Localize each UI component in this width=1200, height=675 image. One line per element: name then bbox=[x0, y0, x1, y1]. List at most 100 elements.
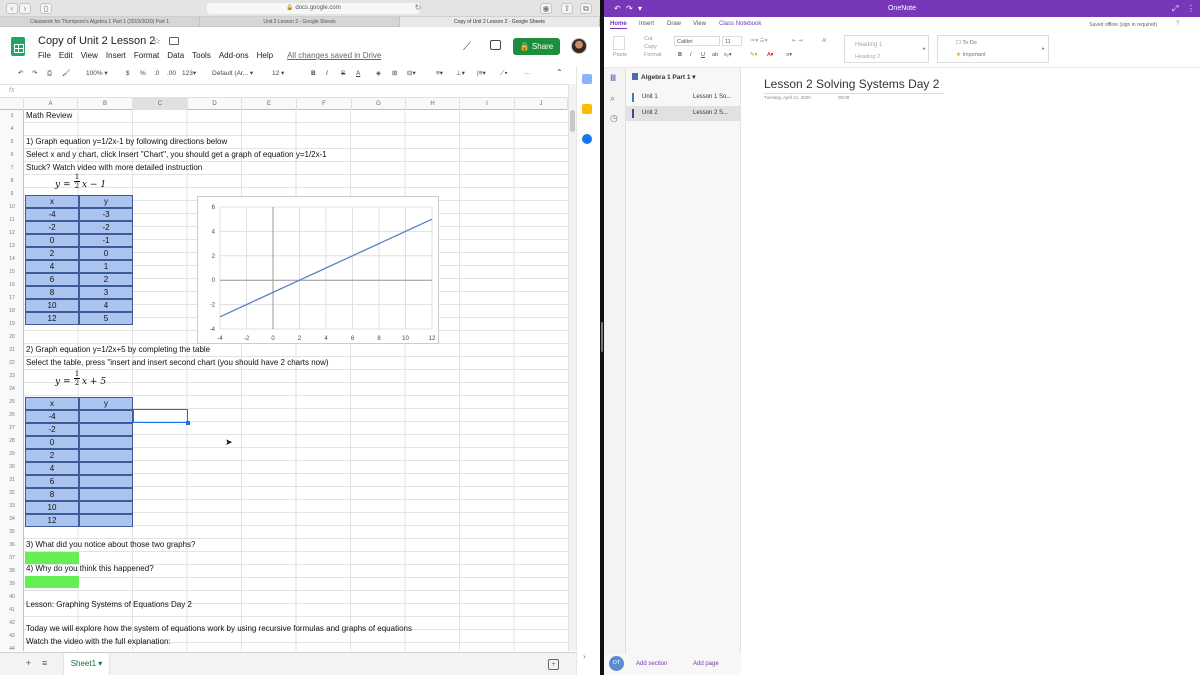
row-header[interactable]: 36 bbox=[0, 539, 24, 552]
more-button[interactable]: ··· bbox=[524, 69, 531, 79]
decrease-decimal-button[interactable]: .0 bbox=[154, 69, 159, 79]
divider-handle[interactable] bbox=[601, 322, 603, 352]
tab-copy-unit2-lesson2[interactable]: Copy of Unit 2 Lesson 2 - Google Sheets bbox=[400, 17, 600, 27]
row-header[interactable]: 43 bbox=[0, 630, 24, 643]
row-header[interactable]: 35 bbox=[0, 526, 24, 539]
table-cell-x[interactable]: 12 bbox=[25, 514, 79, 527]
menu-file[interactable]: File bbox=[38, 51, 51, 60]
row-header[interactable]: 28 bbox=[0, 435, 24, 448]
style-heading-2[interactable]: Heading 2 bbox=[855, 54, 880, 60]
menu-addons[interactable]: Add-ons bbox=[219, 51, 249, 60]
format-painter-button[interactable]: Format bbox=[644, 52, 661, 58]
section-name[interactable]: Unit 2 bbox=[642, 106, 658, 121]
row-header[interactable]: 15 bbox=[0, 266, 24, 279]
tag-todo[interactable]: ☐ To Do bbox=[956, 40, 977, 46]
undo-icon[interactable]: ↶ bbox=[614, 0, 621, 17]
styles-more-icon[interactable]: ▸ bbox=[923, 46, 926, 52]
row-header[interactable]: 33 bbox=[0, 500, 24, 513]
table-cell-y[interactable] bbox=[79, 423, 133, 436]
wrap-icon[interactable]: |≡▾ bbox=[477, 69, 486, 79]
scrollbar-thumb[interactable] bbox=[570, 110, 575, 132]
col-header-i[interactable]: I bbox=[460, 98, 515, 110]
row-header[interactable]: 42 bbox=[0, 617, 24, 630]
recent-icon[interactable]: ◷ bbox=[610, 113, 618, 124]
row-header[interactable]: 30 bbox=[0, 461, 24, 474]
style-heading-1[interactable]: Heading 1 bbox=[855, 42, 882, 48]
row-header[interactable]: 23 bbox=[0, 370, 24, 383]
line-chart[interactable]: -4 -2 0 2 4 6 8 10 12 6 4 2 0 -2 -4 bbox=[197, 196, 439, 344]
table-cell-y[interactable] bbox=[79, 462, 133, 475]
clipboard-icon[interactable] bbox=[613, 36, 625, 50]
menu-help[interactable]: Help bbox=[257, 51, 273, 60]
more-formats-button[interactable]: 123▾ bbox=[182, 69, 196, 79]
menu-format[interactable]: Format bbox=[134, 51, 159, 60]
table-cell-y[interactable] bbox=[79, 436, 133, 449]
undo-icon[interactable]: ↶ bbox=[18, 69, 23, 79]
more-icon[interactable]: ⋮ bbox=[1187, 0, 1195, 17]
avatar[interactable] bbox=[571, 38, 587, 54]
font-size-select[interactable]: 11 bbox=[722, 36, 742, 46]
paste-button[interactable]: Paste bbox=[613, 52, 627, 58]
row-header[interactable]: 4 bbox=[0, 123, 24, 136]
menu-insert[interactable]: Insert bbox=[106, 51, 126, 60]
forward-icon[interactable]: › bbox=[19, 3, 31, 14]
currency-button[interactable]: $ bbox=[126, 69, 130, 79]
row-header[interactable]: 41 bbox=[0, 604, 24, 617]
selected-cell-c27[interactable] bbox=[133, 409, 188, 423]
tab-home[interactable]: Home bbox=[610, 21, 627, 29]
highlight-icon[interactable]: ✎▾ bbox=[750, 52, 757, 58]
address-bar[interactable]: 🔒 docs.google.com bbox=[207, 3, 420, 14]
fill-color-icon[interactable]: ◈ bbox=[376, 69, 381, 79]
font-size-select[interactable]: 12 ▾ bbox=[272, 69, 284, 79]
styles-gallery[interactable]: Heading 1 Heading 2 ▸ bbox=[844, 35, 929, 63]
row-header[interactable]: 40 bbox=[0, 591, 24, 604]
col-header-h[interactable]: H bbox=[406, 98, 460, 110]
table-cell-y[interactable]: -1 bbox=[79, 234, 133, 247]
table-cell-x[interactable]: 10 bbox=[25, 501, 79, 514]
tab-insert[interactable]: Insert bbox=[639, 21, 654, 27]
account-avatar[interactable]: OT bbox=[609, 656, 624, 671]
row-header[interactable]: 12 bbox=[0, 227, 24, 240]
redo-icon[interactable]: ↷ bbox=[626, 0, 633, 17]
strike-icon[interactable]: ab bbox=[712, 52, 718, 58]
tab-view[interactable]: View bbox=[693, 21, 706, 27]
share-icon[interactable]: ⇧ bbox=[561, 3, 573, 14]
text-color-button[interactable]: A bbox=[356, 69, 360, 79]
answer-cell-q4[interactable] bbox=[25, 576, 79, 588]
underline-icon[interactable]: U bbox=[701, 52, 705, 58]
row-header[interactable]: 13 bbox=[0, 240, 24, 253]
bullets-icon[interactable]: ≔▾ ☰▾ bbox=[750, 38, 767, 44]
table-cell-y[interactable]: 5 bbox=[79, 312, 133, 325]
table-cell-y[interactable]: 2 bbox=[79, 273, 133, 286]
expand-icon[interactable]: ⤢ bbox=[1172, 0, 1178, 17]
table-cell-y[interactable] bbox=[79, 501, 133, 514]
row-header[interactable]: 26 bbox=[0, 409, 24, 422]
col-header-e[interactable]: E bbox=[242, 98, 297, 110]
row-header[interactable]: 5 bbox=[0, 136, 24, 149]
table-cell-x[interactable]: 0 bbox=[25, 436, 79, 449]
tabs-overview-icon[interactable]: ⧉ bbox=[580, 3, 592, 14]
expand-panel-icon[interactable]: › bbox=[583, 652, 586, 661]
row-header[interactable]: 32 bbox=[0, 487, 24, 500]
redo-icon[interactable]: ↷ bbox=[32, 69, 37, 79]
col-header-d[interactable]: D bbox=[188, 98, 242, 110]
fill-handle[interactable] bbox=[186, 421, 190, 425]
table-header-y[interactable]: y bbox=[79, 195, 133, 208]
valign-icon[interactable]: ⊥▾ bbox=[456, 69, 465, 79]
add-sheet-icon[interactable]: + bbox=[26, 658, 31, 668]
menu-tools[interactable]: Tools bbox=[192, 51, 211, 60]
row-header[interactable]: 25 bbox=[0, 396, 24, 409]
table-cell-x[interactable]: 2 bbox=[25, 247, 79, 260]
tags-more-icon[interactable]: ▸ bbox=[1042, 46, 1045, 52]
merge-icon[interactable]: ⊟▾ bbox=[407, 69, 416, 79]
col-header-f[interactable]: F bbox=[297, 98, 352, 110]
zoom-select[interactable]: 100% ▾ bbox=[86, 69, 108, 79]
sidebar-icon[interactable]: ▯ bbox=[40, 3, 52, 14]
row-header[interactable]: 3 bbox=[0, 110, 24, 123]
table-cell-y[interactable]: 3 bbox=[79, 286, 133, 299]
tasks-icon[interactable] bbox=[582, 134, 592, 144]
row-header[interactable]: 44 bbox=[0, 643, 24, 651]
row-header[interactable]: 24 bbox=[0, 383, 24, 396]
extension-icon[interactable]: ◉ bbox=[540, 3, 552, 14]
notebooks-icon[interactable]: Ⅲ bbox=[610, 73, 616, 84]
